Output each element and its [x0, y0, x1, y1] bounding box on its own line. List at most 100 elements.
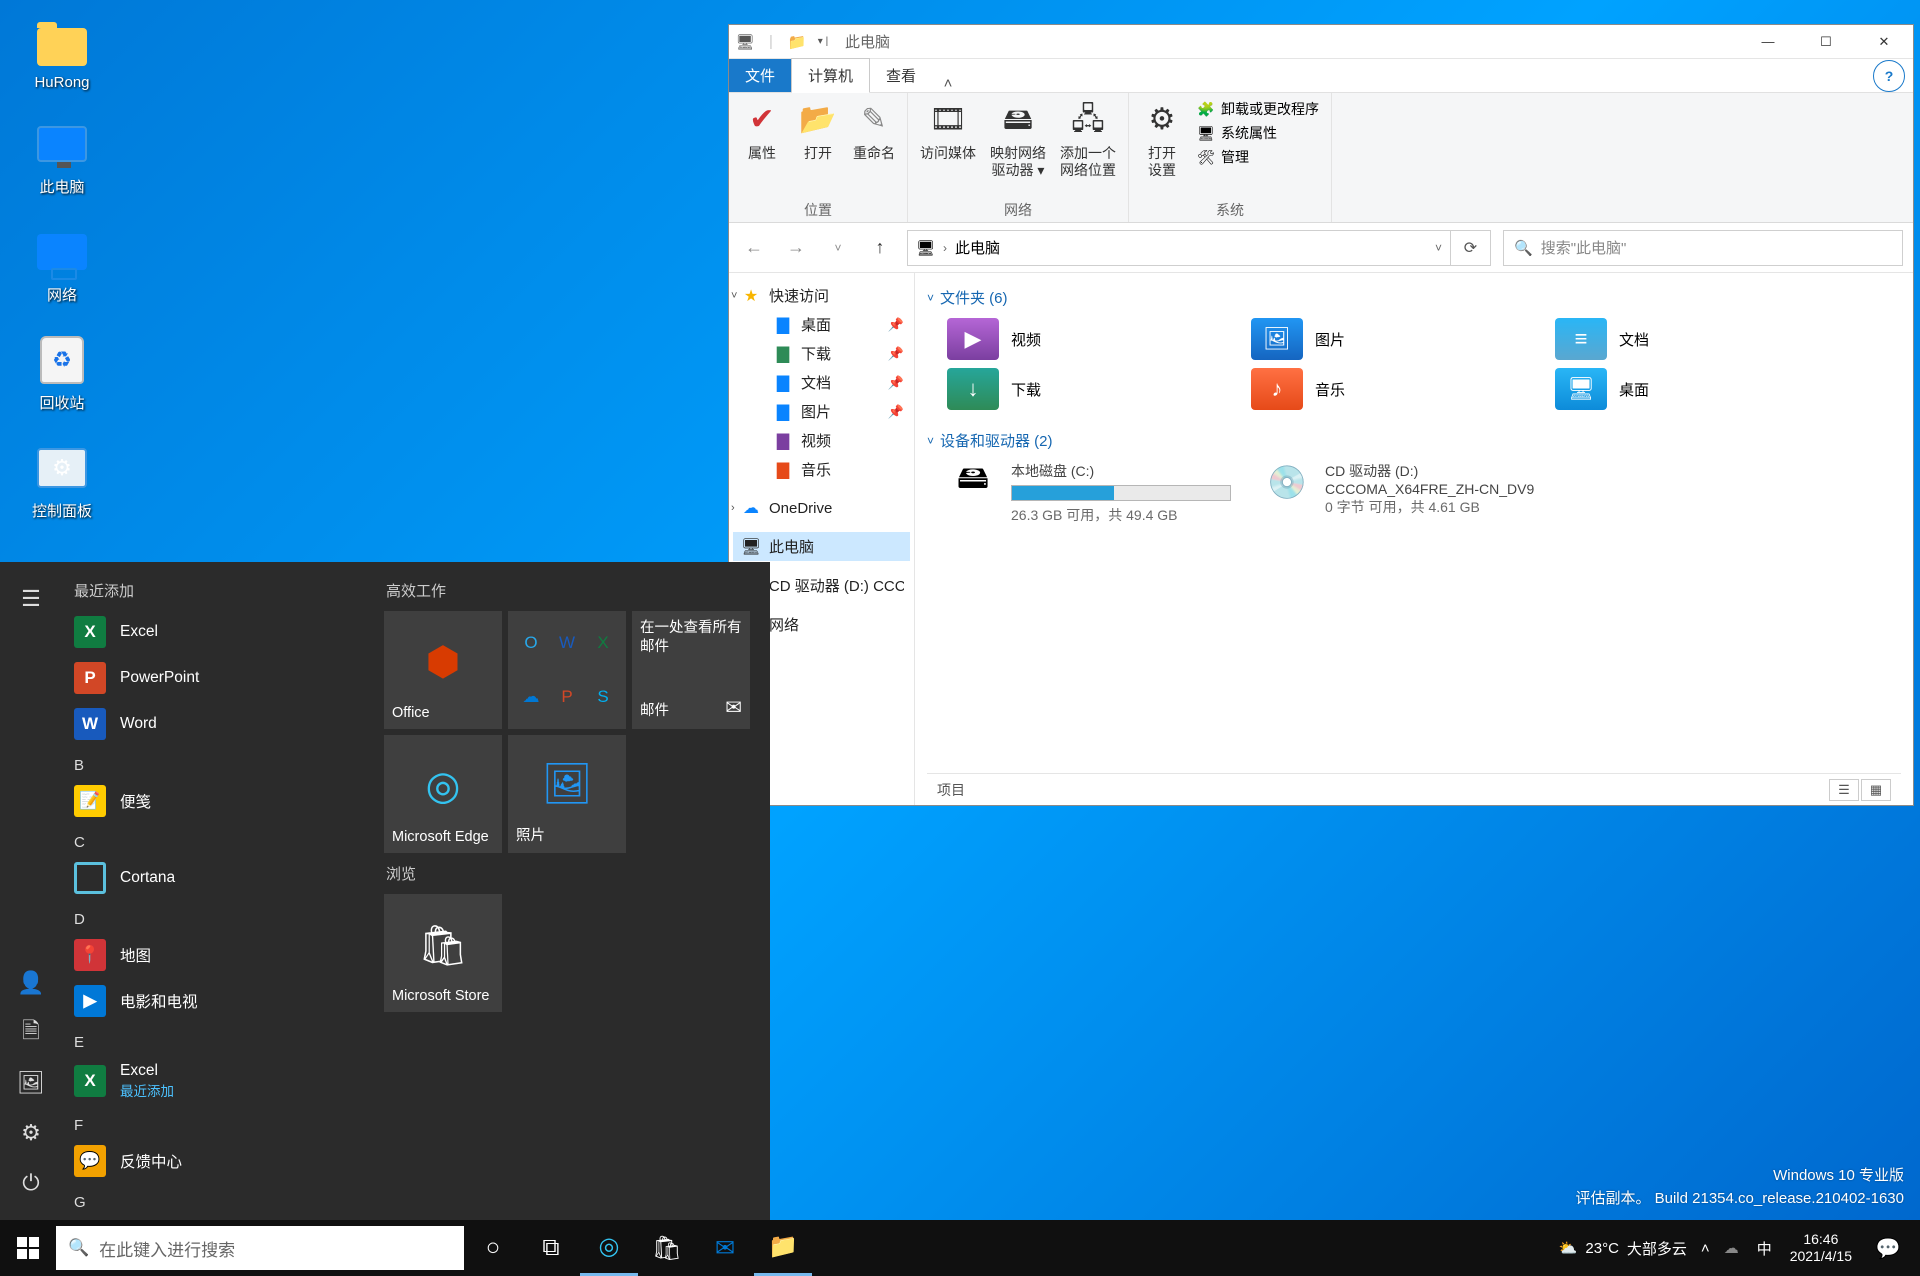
- ribbon-properties[interactable]: ✔ 属性: [741, 99, 783, 162]
- help-button[interactable]: ?: [1873, 60, 1905, 92]
- ribbon-system-properties[interactable]: 🖥系统属性: [1197, 123, 1319, 143]
- tab-file[interactable]: 文件: [729, 59, 791, 92]
- app-feedback-hub[interactable]: 💬反馈中心: [62, 1138, 372, 1184]
- qat-dropdown-icon[interactable]: ▾ |: [813, 32, 833, 52]
- tiles-panel[interactable]: 高效工作 ⬢ Office OWX ☁PS 在一处查看所有邮件 邮件 ✉: [372, 562, 770, 1220]
- taskbar-edge[interactable]: ◎: [580, 1220, 638, 1276]
- desktop-icon-this-pc[interactable]: 此电脑: [12, 116, 112, 197]
- nav-quick-desktop[interactable]: ▇桌面📌: [733, 310, 910, 339]
- refresh-button[interactable]: ⟳: [1451, 230, 1491, 266]
- letter-header-F[interactable]: F: [62, 1107, 372, 1138]
- app-sticky-notes[interactable]: 📝便笺: [62, 778, 372, 824]
- nav-recent-dropdown[interactable]: ˅: [823, 233, 853, 263]
- ribbon-uninstall[interactable]: 🧩卸载或更改程序: [1197, 99, 1319, 119]
- onedrive-tray-icon[interactable]: ☁: [1724, 1239, 1739, 1257]
- folder-pictures[interactable]: 🖼图片: [1251, 318, 1531, 360]
- desktop-icon-hurong[interactable]: HuRong: [12, 14, 112, 91]
- nav-forward-button[interactable]: →: [781, 233, 811, 263]
- view-icons-button[interactable]: ▦: [1861, 779, 1891, 801]
- tile-store[interactable]: 🛍 Microsoft Store: [384, 894, 502, 1012]
- folder-downloads[interactable]: ↓下载: [947, 368, 1227, 410]
- letter-header-G[interactable]: G: [62, 1184, 372, 1215]
- drive-c[interactable]: 🖴 本地磁盘 (C:) 26.3 GB 可用，共 49.4 GB: [947, 461, 1237, 525]
- ribbon-open[interactable]: 📂 打开: [797, 99, 839, 162]
- drive-d[interactable]: 💿 CD 驱动器 (D:) CCCOMA_X64FRE_ZH-CN_DV9 0 …: [1261, 461, 1551, 525]
- view-details-button[interactable]: ☰: [1829, 779, 1859, 801]
- tile-photos[interactable]: 🖼 照片: [508, 735, 626, 853]
- app-list[interactable]: 最近添加 XExcelPPowerPointWWord B📝便笺CCortana…: [62, 562, 372, 1220]
- letter-header-D[interactable]: D: [62, 901, 372, 932]
- maximize-button[interactable]: ☐: [1797, 25, 1855, 59]
- rail-documents-button[interactable]: 🗎: [0, 1008, 62, 1058]
- section-drives[interactable]: ˅ 设备和驱动器 (2): [927, 424, 1901, 457]
- app-word[interactable]: WWord: [62, 701, 372, 747]
- action-center-button[interactable]: 💬: [1866, 1220, 1910, 1276]
- chevron-right-icon[interactable]: ›: [943, 241, 947, 255]
- ribbon-open-settings[interactable]: ⚙ 打开 设置: [1141, 99, 1183, 179]
- taskbar-store[interactable]: 🛍: [638, 1220, 696, 1276]
- nav-back-button[interactable]: ←: [739, 233, 769, 263]
- app-powerpoint[interactable]: PPowerPoint: [62, 655, 372, 701]
- collapse-icon[interactable]: ˅: [731, 290, 737, 302]
- breadcrumb-this-pc[interactable]: 此电脑: [955, 237, 1000, 258]
- nav-quick-pictures[interactable]: ▇图片📌: [733, 397, 910, 426]
- desktop-icon-control-panel[interactable]: ⚙ 控制面板: [12, 440, 112, 521]
- expand-icon[interactable]: ›: [731, 502, 735, 514]
- rail-pictures-button[interactable]: 🖼: [0, 1058, 62, 1108]
- rail-power-button[interactable]: ⏻: [0, 1158, 62, 1208]
- content-pane[interactable]: ˅ 文件夹 (6) ▶视频 🖼图片 ≡文档 ↓下载 ♪音乐 🖥桌面 ˅ 设备和驱动器 (2…: [915, 273, 1913, 805]
- taskbar-weather[interactable]: ⛅ 23°C 大部多云: [1559, 1238, 1687, 1259]
- folder-documents[interactable]: ≡文档: [1555, 318, 1835, 360]
- folder-videos[interactable]: ▶视频: [947, 318, 1227, 360]
- nav-up-button[interactable]: ↑: [865, 233, 895, 263]
- rail-settings-button[interactable]: ⚙: [0, 1108, 62, 1158]
- rail-user-button[interactable]: 👤: [0, 958, 62, 1008]
- folder-desktop[interactable]: 🖥桌面: [1555, 368, 1835, 410]
- ime-indicator[interactable]: 中: [1753, 1238, 1776, 1259]
- tab-computer[interactable]: 计算机: [791, 58, 870, 93]
- close-button[interactable]: ✕: [1855, 25, 1913, 59]
- letter-header-E[interactable]: E: [62, 1024, 372, 1055]
- minimize-button[interactable]: —: [1739, 25, 1797, 59]
- folder-music[interactable]: ♪音乐: [1251, 368, 1531, 410]
- app-maps[interactable]: 📍地图: [62, 932, 372, 978]
- taskbar-explorer[interactable]: 📁: [754, 1220, 812, 1276]
- ribbon-collapse-icon[interactable]: ˄: [932, 75, 964, 92]
- nav-onedrive[interactable]: › ☁ OneDrive: [733, 494, 910, 522]
- app-movies-tv[interactable]: ▶电影和电视: [62, 978, 372, 1024]
- taskbar-clock[interactable]: 16:46 2021/4/15: [1790, 1231, 1852, 1266]
- tile-office-apps[interactable]: OWX ☁PS: [508, 611, 626, 729]
- ribbon-access-media[interactable]: 🎞 访问媒体: [920, 99, 976, 162]
- taskbar-search-input[interactable]: 🔍 在此键入进行搜索: [56, 1226, 464, 1270]
- nav-quick-videos[interactable]: ▇视频: [733, 426, 910, 455]
- tile-mail[interactable]: 在一处查看所有邮件 邮件 ✉: [632, 611, 750, 729]
- ribbon-manage[interactable]: 🛠管理: [1197, 147, 1319, 167]
- nav-quick-music[interactable]: ▇音乐: [733, 455, 910, 484]
- taskbar-mail[interactable]: ✉: [696, 1220, 754, 1276]
- letter-header-B[interactable]: B: [62, 747, 372, 778]
- tray-overflow-icon[interactable]: ˄: [1701, 1240, 1710, 1257]
- cortana-button[interactable]: ○: [464, 1220, 522, 1276]
- ribbon-rename[interactable]: ✎ 重命名: [853, 99, 895, 162]
- app-cortana[interactable]: Cortana: [62, 855, 372, 901]
- nav-quick-access[interactable]: ˅ ★ 快速访问: [733, 281, 910, 310]
- start-expand-button[interactable]: ☰: [0, 574, 62, 624]
- address-bar[interactable]: 🖥 › 此电脑 ˅: [907, 230, 1451, 266]
- ribbon-map-drive[interactable]: 🖴 映射网络 驱动器 ▾: [990, 99, 1046, 179]
- search-input[interactable]: 🔍 搜索"此电脑": [1503, 230, 1903, 266]
- ribbon-add-location[interactable]: 🖧 添加一个 网络位置: [1060, 99, 1116, 179]
- nav-quick-downloads[interactable]: ▇下载📌: [733, 339, 910, 368]
- tile-edge[interactable]: ◎ Microsoft Edge: [384, 735, 502, 853]
- task-view-button[interactable]: ⧉: [522, 1220, 580, 1276]
- letter-header-C[interactable]: C: [62, 824, 372, 855]
- titlebar[interactable]: 🖥 | 📁 ▾ | 此电脑 — ☐ ✕: [729, 25, 1913, 59]
- tile-office[interactable]: ⬢ Office: [384, 611, 502, 729]
- folder-small-icon[interactable]: 📁: [787, 32, 807, 52]
- nav-quick-documents[interactable]: ▇文档📌: [733, 368, 910, 397]
- nav-this-pc[interactable]: 🖥 此电脑: [733, 532, 910, 561]
- section-folders[interactable]: ˅ 文件夹 (6): [927, 281, 1901, 314]
- app-excel[interactable]: XExcel最近添加: [62, 1055, 372, 1107]
- desktop-icon-recycle-bin[interactable]: 回收站: [12, 332, 112, 413]
- start-button[interactable]: [0, 1220, 56, 1276]
- desktop-icon-network[interactable]: 网络: [12, 224, 112, 305]
